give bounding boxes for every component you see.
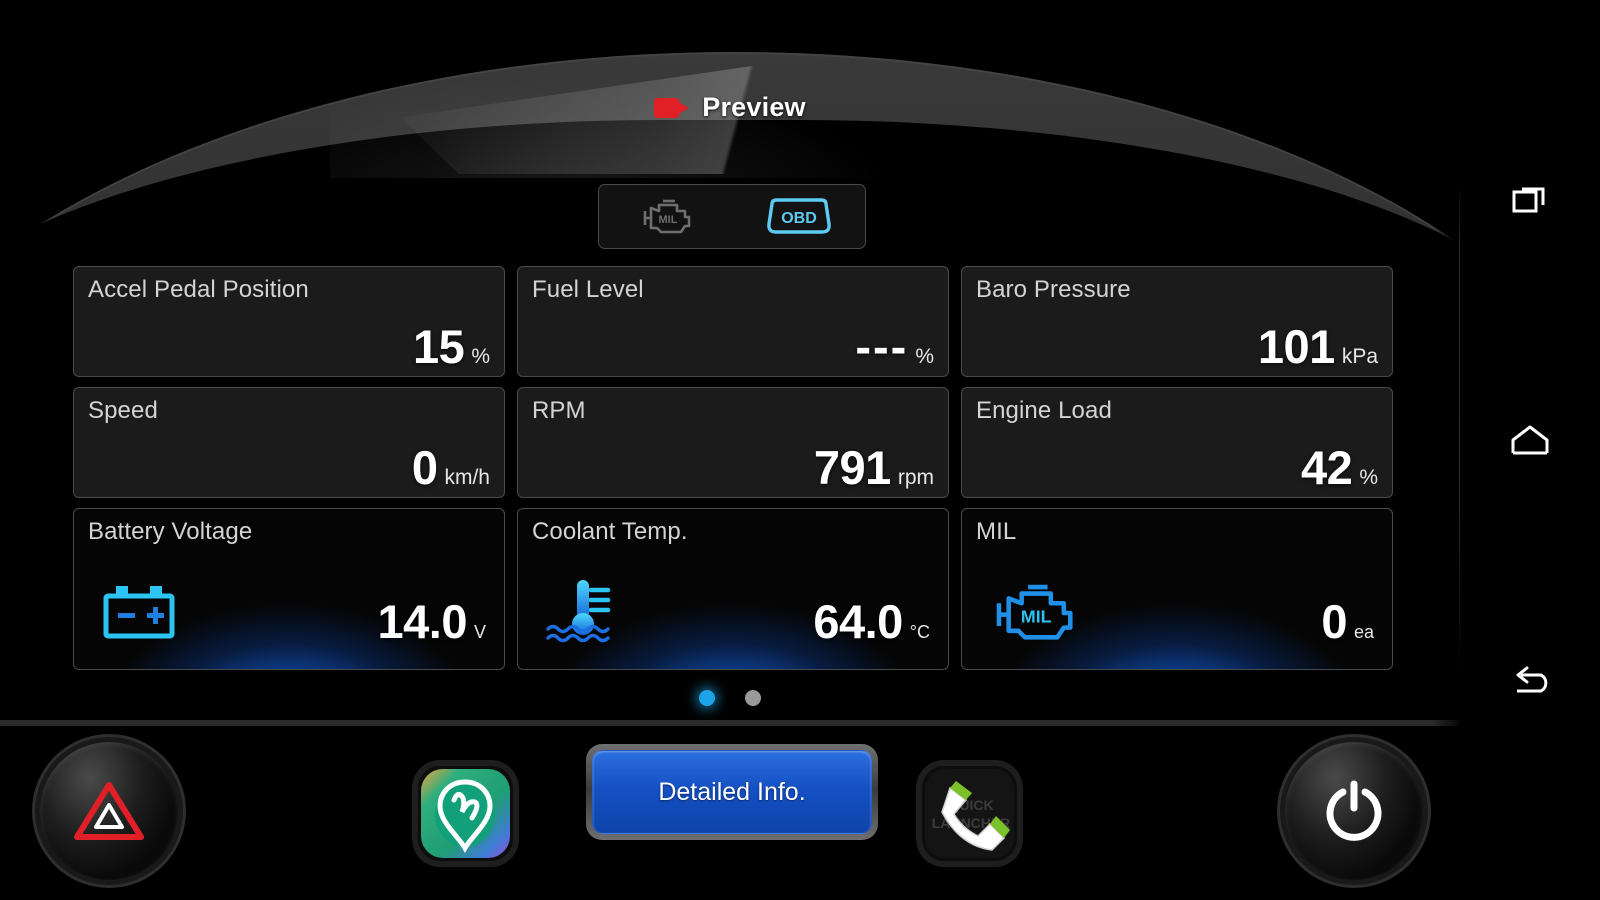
gauge-card-coolant-temp[interactable]: Coolant Temp. 64.0 °C bbox=[517, 508, 949, 670]
detailed-info-button[interactable]: Detailed Info. bbox=[586, 744, 878, 840]
obd-connector-icon: OBD bbox=[766, 197, 831, 234]
gauge-card-engine-load[interactable]: Engine Load 42 % bbox=[961, 387, 1393, 498]
gauge-readout: 14.0 V bbox=[378, 598, 487, 645]
back-button[interactable] bbox=[1507, 660, 1553, 706]
gauge-unit: kPa bbox=[1341, 345, 1378, 368]
gauge-value: 42 bbox=[1301, 441, 1353, 494]
gauge-readout: 15 % bbox=[413, 323, 490, 370]
gauge-card-mil[interactable]: MIL MIL 0 ea bbox=[961, 508, 1393, 670]
map-pin-icon bbox=[421, 769, 510, 858]
map-app-button[interactable] bbox=[418, 766, 513, 861]
gauge-readout: 0 ea bbox=[1321, 598, 1374, 645]
gauge-label: Accel Pedal Position bbox=[88, 276, 309, 303]
gauge-label: Coolant Temp. bbox=[532, 518, 688, 545]
gauge-label: Engine Load bbox=[976, 397, 1112, 424]
video-camera-icon bbox=[654, 96, 690, 120]
obd-status-indicator[interactable]: OBD bbox=[732, 196, 865, 238]
gauge-unit: °C bbox=[909, 622, 930, 642]
phone-handset-icon: QUICK LAUNCHER bbox=[925, 769, 1014, 858]
recent-apps-button[interactable] bbox=[1507, 176, 1553, 222]
dashboard-screen: Preview MIL OBD Accel Pedal Position 15 … bbox=[0, 0, 1600, 900]
gauge-readout: 791 rpm bbox=[814, 444, 934, 491]
gauge-unit: km/h bbox=[444, 466, 490, 489]
gauge-card-accel-pedal-position[interactable]: Accel Pedal Position 15 % bbox=[73, 266, 505, 377]
gauge-value: 101 bbox=[1257, 320, 1335, 373]
power-icon bbox=[1326, 780, 1382, 841]
gauge-unit: % bbox=[915, 345, 934, 368]
back-icon bbox=[1516, 666, 1548, 693]
gauge-value: 791 bbox=[813, 441, 891, 494]
gauge-readout: 42 % bbox=[1301, 444, 1378, 491]
page-dot-active[interactable] bbox=[699, 690, 715, 706]
gauge-label: Speed bbox=[88, 397, 158, 424]
gauge-readout: 101 kPa bbox=[1258, 323, 1378, 370]
gauge-label: MIL bbox=[976, 518, 1017, 545]
status-indicator-bar: MIL OBD bbox=[598, 184, 866, 249]
preview-header: Preview bbox=[0, 92, 1460, 123]
gauge-label: Baro Pressure bbox=[976, 276, 1131, 303]
detailed-info-label: Detailed Info. bbox=[658, 777, 806, 806]
gauge-value: 64.0 bbox=[813, 595, 903, 648]
gauge-card-rpm[interactable]: RPM 791 rpm bbox=[517, 387, 949, 498]
gauge-readout: --- % bbox=[855, 323, 934, 370]
gauge-unit: ea bbox=[1353, 622, 1374, 642]
page-indicator bbox=[0, 690, 1460, 706]
hazard-warning-button[interactable] bbox=[40, 742, 178, 880]
battery-icon bbox=[98, 582, 182, 651]
gauge-value: 15 bbox=[413, 320, 465, 373]
gauge-value: 0 bbox=[411, 441, 438, 494]
gauge-readout: 0 km/h bbox=[412, 444, 490, 491]
gauge-card-speed[interactable]: Speed 0 km/h bbox=[73, 387, 505, 498]
gauge-label: Fuel Level bbox=[532, 276, 644, 303]
check-engine-mil-icon: MIL bbox=[986, 580, 1080, 651]
mil-status-indicator[interactable]: MIL bbox=[599, 197, 732, 237]
gauge-value: 0 bbox=[1321, 595, 1347, 648]
gauge-label: Battery Voltage bbox=[88, 518, 253, 545]
svg-text:MIL: MIL bbox=[658, 214, 677, 226]
gauge-grid: Accel Pedal Position 15 % Fuel Level ---… bbox=[73, 266, 1393, 670]
home-button[interactable] bbox=[1507, 418, 1553, 464]
hazard-triangle-icon bbox=[74, 782, 144, 840]
gauge-unit: % bbox=[471, 345, 490, 368]
obd-label: OBD bbox=[781, 210, 817, 227]
power-button[interactable] bbox=[1285, 742, 1423, 880]
recent-apps-icon bbox=[1512, 187, 1545, 213]
gauge-label: RPM bbox=[532, 397, 586, 424]
svg-text:MIL: MIL bbox=[1021, 607, 1052, 627]
home-icon bbox=[1511, 425, 1549, 455]
gauge-value: 14.0 bbox=[377, 595, 468, 648]
android-navigation-bar bbox=[1460, 0, 1600, 900]
page-title: Preview bbox=[702, 92, 806, 122]
gauge-readout: 64.0 °C bbox=[813, 598, 930, 645]
gauge-unit: V bbox=[473, 622, 486, 642]
gauge-value: --- bbox=[855, 320, 909, 373]
quick-launcher-button[interactable]: QUICK LAUNCHER bbox=[922, 766, 1017, 861]
gauge-unit: rpm bbox=[897, 466, 934, 489]
gauge-card-battery-voltage[interactable]: Battery Voltage 14.0 V bbox=[73, 508, 505, 670]
gauge-card-fuel-level[interactable]: Fuel Level --- % bbox=[517, 266, 949, 377]
check-engine-mil-icon: MIL bbox=[643, 199, 690, 233]
gauge-unit: % bbox=[1359, 466, 1378, 489]
page-dot-inactive[interactable] bbox=[745, 690, 761, 706]
gauge-card-baro-pressure[interactable]: Baro Pressure 101 kPa bbox=[961, 266, 1393, 377]
coolant-temp-icon bbox=[542, 576, 628, 651]
